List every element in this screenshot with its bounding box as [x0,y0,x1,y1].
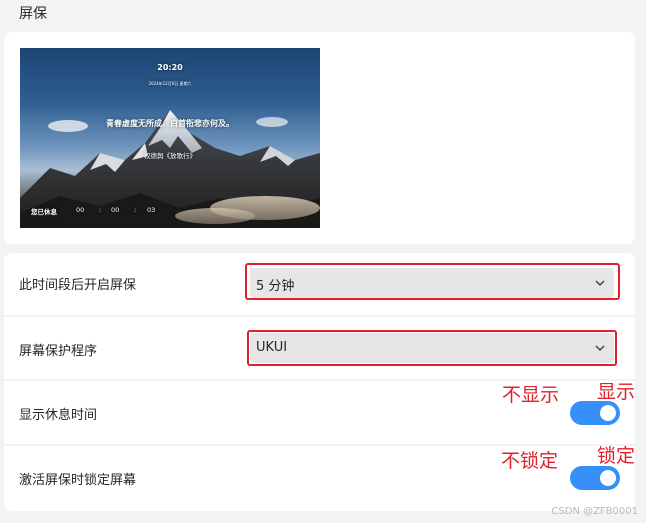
preview-timer-hours: 00 [76,206,85,214]
mountain-landscape-image [20,110,320,228]
highlight-box [245,263,620,300]
annotation-hide: 不显示 [502,384,560,406]
show-rest-time-toggle[interactable] [570,401,620,425]
page-title: 屏保 [19,6,47,22]
preview-timer-minutes: 00 [111,206,120,214]
lock-screen-toggle[interactable] [570,466,620,490]
highlight-box [247,330,617,366]
screensaver-preview: 20:20 2024年12月6日 星期六 青春虚度无所成，白首衔悲亦何及。 权德… [20,48,320,228]
annotation-lock: 锁定 [597,445,636,467]
screensaver-program-label: 屏幕保护程序 [19,344,98,359]
watermark: CSDN @ZFB0001 [551,506,638,517]
lock-screen-label: 激活屏保时锁定屏幕 [19,473,137,488]
row-divider [4,315,635,317]
preview-quote: 青春虚度无所成，白首衔悲亦何及。 [106,119,234,128]
preview-rest-label: 您已休息 [31,208,57,216]
show-rest-time-label: 显示休息时间 [19,408,98,423]
preview-clock: 20:20 [157,63,183,72]
preview-timer-separator: : [134,206,137,214]
preview-date: 2024年12月6日 星期六 [148,81,192,86]
preview-timer-separator: : [99,206,102,214]
toggle-knob [600,405,616,421]
preview-quote-author: 权德舆《放歌行》 [144,152,196,160]
annotation-show: 显示 [597,381,636,403]
idle-time-label: 此时间段后开启屏保 [19,278,137,293]
annotation-no-lock: 不锁定 [501,450,559,472]
toggle-knob [600,470,616,486]
preview-timer-seconds: 03 [147,206,156,214]
